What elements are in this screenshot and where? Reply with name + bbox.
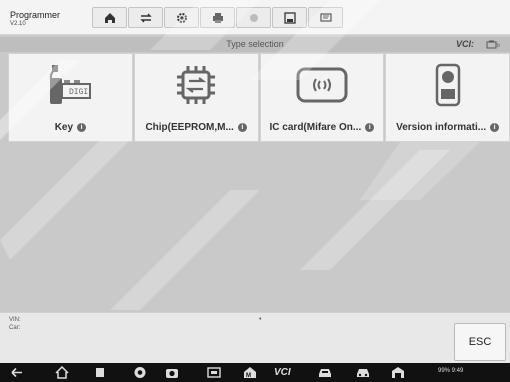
svg-text:M: M: [246, 373, 251, 379]
print-icon: [212, 12, 223, 23]
key-icon: DIGI: [50, 65, 92, 104]
vehicle-swap-icon: [139, 13, 152, 22]
vci-connection-icon: b: [486, 40, 500, 49]
car-label: Car:: [9, 325, 21, 331]
card-ic-card[interactable]: IC card(Mifare On... i: [259, 53, 385, 142]
home-button[interactable]: [92, 7, 127, 28]
message-button[interactable]: [308, 7, 343, 28]
diagnostics-button[interactable]: [318, 365, 332, 380]
app-header: Programmer V2.10: [0, 0, 510, 35]
service-button[interactable]: [356, 365, 370, 380]
print-button[interactable]: [200, 7, 235, 28]
chip-icon: [177, 65, 216, 104]
back-button[interactable]: [10, 365, 24, 380]
esc-button[interactable]: ESC: [454, 323, 506, 361]
info-icon[interactable]: i: [237, 122, 247, 132]
screen-mirror-icon: [207, 367, 221, 378]
camera-icon: [166, 369, 178, 378]
app-title: Programmer: [10, 10, 61, 20]
card-label: IC card(Mifare On...: [269, 121, 362, 133]
vehicle-info-panel: VIN: Car: • ESC: [0, 312, 510, 364]
ic-card-icon: [296, 67, 348, 102]
save-button[interactable]: [272, 7, 307, 28]
shop-manager-button[interactable]: [391, 365, 405, 380]
info-icon[interactable]: i: [365, 122, 375, 132]
vehicle-swap-button[interactable]: [128, 7, 163, 28]
card-chip[interactable]: Chip(EEPROM,M... i: [133, 53, 259, 142]
app-version: V2.10: [10, 21, 26, 27]
card-label: Version informati...: [396, 121, 487, 133]
info-icon[interactable]: i: [77, 122, 87, 132]
house-icon: [55, 366, 69, 379]
toolbar: [92, 7, 343, 28]
svg-text:DIGI: DIGI: [69, 88, 88, 97]
version-info-icon: [435, 63, 460, 106]
recent-apps-button[interactable]: [93, 365, 107, 380]
content-area: [0, 142, 510, 312]
android-nav-bar: M VCI 99% 9:49: [0, 363, 510, 382]
settings-button[interactable]: [164, 7, 199, 28]
save-icon: [283, 11, 296, 24]
autel-home-button[interactable]: M: [243, 365, 257, 380]
message-icon: [319, 12, 332, 22]
card-label: Chip(EEPROM,M...: [145, 121, 234, 133]
vci-label: VCI:: [456, 39, 474, 49]
svg-text:b: b: [497, 43, 500, 49]
screen-mirror-button[interactable]: [207, 365, 221, 380]
info-icon[interactable]: i: [490, 122, 500, 132]
back-arrow-icon: [11, 367, 22, 378]
type-cards: DIGI Key i Chip(EEPROM,M... i IC card(Mi…: [8, 53, 510, 142]
type-selection-bar: Type selection VCI: b: [0, 37, 510, 52]
card-label: Key: [54, 121, 74, 133]
home-nav-button[interactable]: [55, 365, 69, 380]
card-key[interactable]: DIGI Key i: [8, 53, 133, 142]
page-title: Type selection: [226, 39, 284, 49]
programmer-app: Programmer V2.10 Type selection VCI: b D…: [0, 0, 510, 382]
settings-gear-icon: [176, 12, 187, 23]
help-icon: [249, 13, 258, 22]
vin-label: VIN:: [9, 317, 21, 323]
page-indicator-dot: •: [259, 316, 262, 323]
garage-icon: [392, 367, 404, 378]
help-button[interactable]: [236, 7, 271, 28]
autel-logo-icon: M: [244, 367, 256, 379]
vci-nav-button[interactable]: VCI: [274, 365, 291, 380]
browser-icon: [134, 367, 146, 378]
car-diagnostics-icon: [319, 369, 331, 377]
home-icon: [104, 12, 115, 23]
status-bar-text: 99% 9:49: [438, 368, 464, 374]
card-version-info[interactable]: Version informati... i: [385, 53, 510, 142]
chrome-button[interactable]: [133, 365, 147, 380]
camera-button[interactable]: [165, 365, 179, 380]
recent-apps-icon: [96, 368, 104, 377]
car-service-icon: [357, 369, 369, 377]
